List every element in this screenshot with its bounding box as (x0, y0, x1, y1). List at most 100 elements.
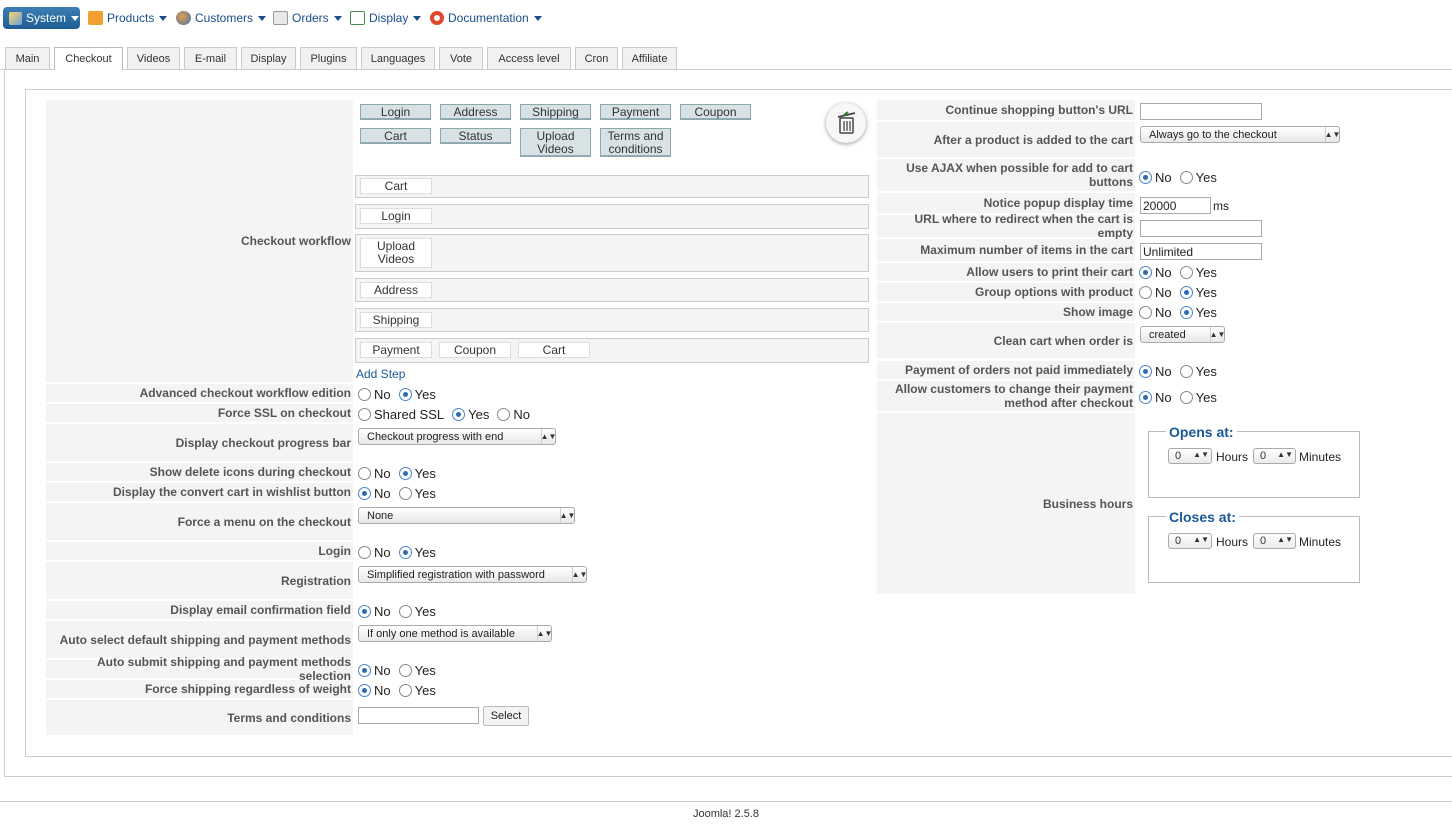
tab-videos[interactable]: Videos (127, 47, 180, 69)
radio-button[interactable] (398, 486, 412, 500)
tab-access-level[interactable]: Access level (487, 47, 571, 69)
radio-yes[interactable]: Yes (398, 466, 436, 481)
workflow-step-4[interactable]: Address (355, 278, 869, 302)
popup-time-input[interactable]: 20000 (1140, 197, 1211, 214)
closes-minutes-select[interactable]: 0 ▲▼ (1253, 533, 1296, 549)
workflow-step-item[interactable]: Login (360, 208, 432, 224)
workflow-palette-coupon[interactable]: Coupon (680, 104, 751, 120)
redirect-input[interactable] (1140, 220, 1262, 237)
radio-button[interactable] (398, 545, 412, 559)
workflow-step-item[interactable]: Cart (360, 178, 432, 194)
after-add-select[interactable]: Always go to the checkout ▲▼ (1140, 126, 1340, 143)
radio-button[interactable] (358, 407, 371, 421)
radio-no[interactable]: No (1139, 390, 1172, 405)
workflow-step-1[interactable]: Cart (355, 175, 869, 198)
radio-yes[interactable]: Yes (1179, 364, 1217, 379)
radio-yes[interactable]: Yes (398, 486, 436, 501)
auto-select-select[interactable]: If only one method is available ▲▼ (358, 625, 552, 642)
radio-no[interactable]: No (358, 604, 391, 619)
closes-hours-select[interactable]: 0 ▲▼ (1168, 533, 1212, 549)
progress-bar-select[interactable]: Checkout progress with end ▲▼ (358, 428, 556, 445)
radio-no[interactable]: No (358, 486, 391, 501)
registration-select[interactable]: Simplified registration with password ▲▼ (358, 566, 587, 583)
radio-button[interactable] (1179, 364, 1193, 378)
radio-button[interactable] (497, 407, 511, 421)
radio-yes[interactable]: Yes (398, 683, 436, 698)
radio-button[interactable] (358, 387, 371, 401)
radio-no[interactable]: No (358, 387, 391, 402)
continue-url-input[interactable] (1140, 103, 1262, 120)
workflow-palette-login[interactable]: Login (360, 104, 431, 120)
orders-menu[interactable]: Orders (273, 8, 342, 28)
system-menu[interactable]: System (3, 7, 80, 29)
radio-button[interactable] (398, 683, 412, 697)
radio-yes[interactable]: Yes (452, 407, 489, 422)
radio-button[interactable] (1179, 170, 1193, 184)
radio-button[interactable] (398, 387, 412, 401)
workflow-palette-status[interactable]: Status (440, 128, 511, 144)
tab-languages[interactable]: Languages (361, 47, 435, 69)
documentation-menu[interactable]: Documentation (430, 8, 542, 28)
terms-input[interactable] (358, 707, 479, 724)
tab-main[interactable]: Main (5, 47, 50, 69)
radio-button[interactable] (452, 407, 466, 421)
opens-hours-select[interactable]: 0 ▲▼ (1168, 448, 1212, 464)
radio-button[interactable] (1179, 285, 1193, 299)
tab-checkout[interactable]: Checkout (54, 47, 123, 70)
tab-vote[interactable]: Vote (439, 47, 483, 69)
radio-no[interactable]: No (1139, 305, 1172, 320)
workflow-palette-upload-videos[interactable]: Upload Videos (520, 128, 591, 157)
radio-yes[interactable]: Yes (398, 604, 436, 619)
workflow-step-3[interactable]: Upload Videos (355, 234, 869, 272)
radio-no[interactable]: No (358, 683, 391, 698)
workflow-step-5[interactable]: Shipping (355, 308, 869, 332)
radio-button[interactable] (1139, 285, 1152, 299)
radio-no[interactable]: No (497, 407, 530, 422)
display-menu[interactable]: Display (350, 8, 422, 28)
workflow-step-2[interactable]: Login (355, 204, 869, 229)
tab-affiliate[interactable]: Affiliate (622, 47, 677, 69)
tab-plugins[interactable]: Plugins (300, 47, 357, 69)
radio-button[interactable] (398, 466, 412, 480)
workflow-step-item[interactable]: Payment (360, 342, 432, 358)
radio-no[interactable]: No (358, 545, 391, 560)
radio-button[interactable] (358, 486, 371, 500)
workflow-step-item[interactable]: Coupon (439, 342, 511, 358)
tab-cron[interactable]: Cron (575, 47, 618, 69)
workflow-palette-payment[interactable]: Payment (600, 104, 671, 120)
workflow-palette-cart[interactable]: Cart (360, 128, 431, 144)
terms-select-button[interactable]: Select (483, 706, 529, 726)
workflow-palette-terms[interactable]: Terms and conditions (600, 128, 671, 157)
radio-button[interactable] (358, 683, 371, 697)
add-step-link[interactable]: Add Step (356, 367, 405, 381)
radio-yes[interactable]: Yes (1179, 390, 1217, 405)
radio-shared-ssl[interactable]: Shared SSL (358, 407, 444, 422)
radio-no[interactable]: No (1139, 170, 1172, 185)
radio-button[interactable] (1179, 265, 1193, 279)
radio-yes[interactable]: Yes (398, 663, 436, 678)
workflow-step-6[interactable]: Payment Coupon Cart (355, 338, 869, 363)
radio-button[interactable] (1139, 305, 1152, 319)
radio-no[interactable]: No (1139, 265, 1172, 280)
workflow-step-item[interactable]: Address (360, 282, 432, 298)
products-menu[interactable]: Products (88, 8, 168, 28)
radio-button[interactable] (358, 466, 371, 480)
radio-button[interactable] (358, 545, 371, 559)
radio-button[interactable] (398, 604, 412, 618)
radio-button[interactable] (358, 663, 371, 677)
trash-icon[interactable] (826, 103, 866, 143)
radio-yes[interactable]: Yes (1179, 285, 1217, 300)
clean-cart-select[interactable]: created ▲▼ (1140, 326, 1225, 343)
tab-email[interactable]: E-mail (184, 47, 237, 69)
radio-button[interactable] (398, 663, 412, 677)
radio-yes[interactable]: Yes (398, 387, 436, 402)
workflow-step-item[interactable]: Shipping (360, 312, 432, 328)
workflow-palette-shipping[interactable]: Shipping (520, 104, 591, 120)
radio-button[interactable] (1139, 170, 1152, 184)
radio-button[interactable] (1179, 390, 1193, 404)
opens-minutes-select[interactable]: 0 ▲▼ (1253, 448, 1296, 464)
workflow-step-item[interactable]: Upload Videos (360, 238, 432, 268)
max-items-input[interactable]: Unlimited (1140, 243, 1262, 260)
radio-button[interactable] (1139, 265, 1152, 279)
customers-menu[interactable]: Customers (176, 8, 267, 28)
